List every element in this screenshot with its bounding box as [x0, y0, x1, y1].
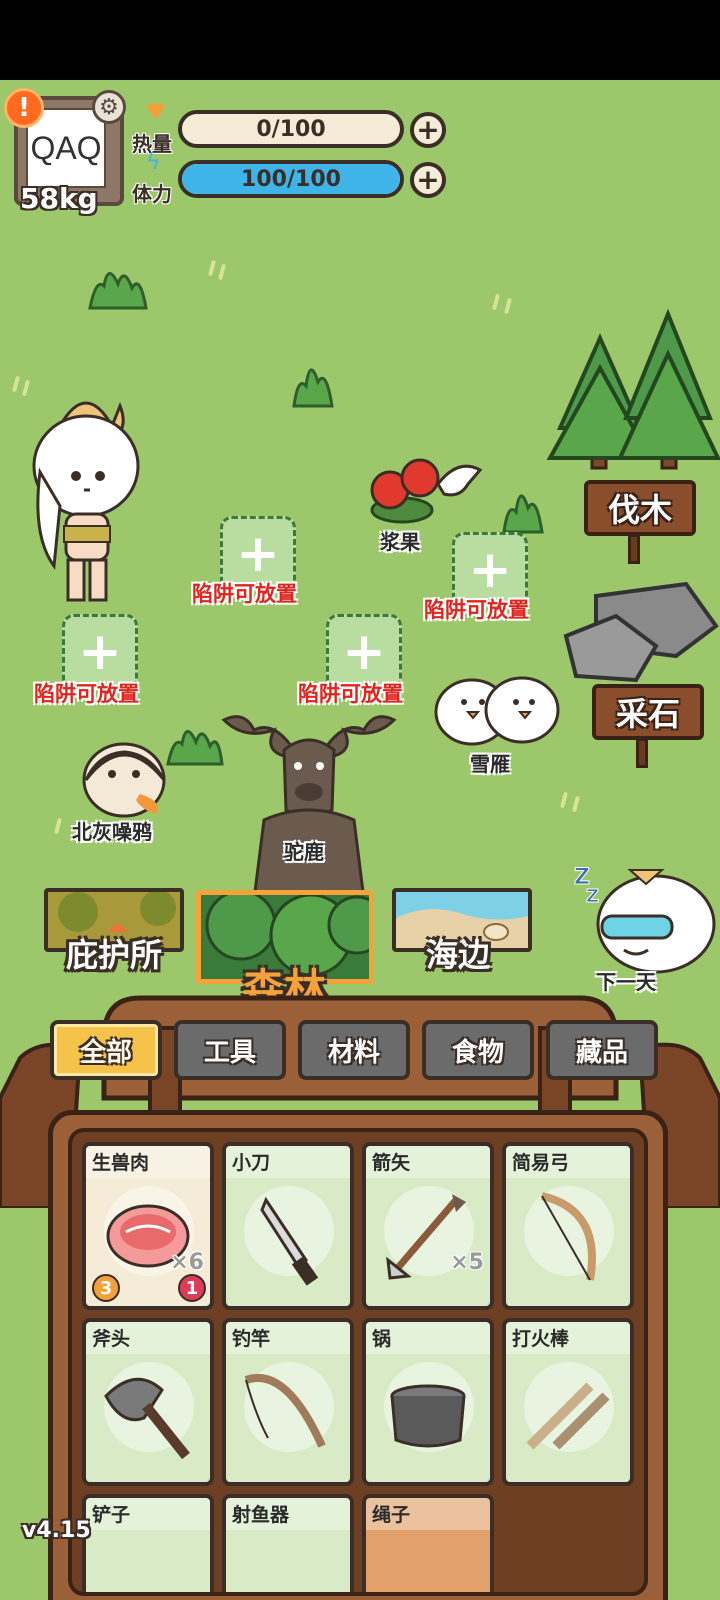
rocks — [563, 581, 719, 683]
trap-label-2: 陷阱可放置 — [424, 598, 529, 622]
player-character[interactable] — [20, 386, 152, 608]
sign-post — [636, 738, 648, 768]
gear-icon[interactable]: ⚙ — [92, 90, 126, 124]
version-label: v4.15 — [22, 1518, 91, 1543]
crow-label: 北灰噪鸦 — [72, 820, 152, 844]
category-tab-tools[interactable]: 工具 — [174, 1020, 286, 1080]
grass-dash — [53, 817, 63, 835]
snow-goose[interactable] — [432, 666, 562, 750]
item-count: ×6 — [170, 1250, 204, 1275]
grass-dash — [11, 375, 21, 393]
calorie-value: 0/100 — [256, 116, 326, 142]
trap-label-1: 陷阱可放置 — [192, 582, 297, 606]
stamina-value: 100/100 — [241, 166, 341, 192]
plus-icon: + — [236, 524, 280, 584]
sign-chop-label: 伐木 — [607, 491, 672, 529]
item-rope[interactable]: 绳子 — [362, 1494, 494, 1592]
pine-trees — [546, 308, 720, 470]
item-name: 小刀 — [232, 1152, 271, 1174]
moose[interactable] — [214, 700, 404, 900]
category-tab-materials[interactable]: 材料 — [298, 1020, 410, 1080]
grass-dash — [571, 795, 581, 813]
fire-drill-icon — [526, 1382, 610, 1450]
item-name: 斧头 — [92, 1328, 131, 1350]
alert-icon[interactable]: ! — [4, 88, 44, 128]
item-name: 绳子 — [372, 1504, 411, 1526]
freshness-badge: 1 — [178, 1274, 206, 1302]
location-beach-label: 海边 — [426, 936, 491, 974]
add-stamina-button[interactable]: + — [410, 162, 446, 198]
stamina-label: 体力 — [132, 182, 172, 206]
pot-icon — [390, 1384, 466, 1448]
item-axe[interactable]: 斧头 — [82, 1318, 214, 1486]
grass-dash — [207, 259, 217, 277]
plus-icon: + — [342, 622, 386, 682]
sleeping-character[interactable]: Z Z — [570, 850, 720, 980]
sign-chop-wood[interactable]: 伐木 — [584, 480, 696, 536]
stamina-stat: ϟ 体力 100/100 + — [132, 150, 452, 206]
item-name: 钓竿 — [232, 1328, 271, 1350]
grass-tuft-icon — [292, 368, 334, 408]
item-name: 简易弓 — [512, 1152, 570, 1174]
calorie-badge: 3 — [92, 1274, 120, 1302]
item-name: 铲子 — [92, 1504, 131, 1526]
category-tab-food[interactable]: 食物 — [422, 1020, 534, 1080]
berry-label: 浆果 — [380, 530, 420, 554]
berry-bush[interactable] — [362, 454, 484, 526]
item-knife[interactable]: 小刀 — [222, 1142, 354, 1310]
calorie-icon: ♥ — [146, 100, 166, 125]
plus-icon: + — [468, 540, 512, 600]
grass-dash — [217, 263, 227, 281]
goose-label: 雪雁 — [470, 752, 510, 776]
sign-mine-stone[interactable]: 采石 — [592, 684, 704, 740]
item-name: 生兽肉 — [92, 1152, 150, 1174]
location-shelter-label: 庇护所 — [66, 936, 163, 974]
item-name: 箭矢 — [372, 1152, 411, 1174]
trap-label-3: 陷阱可放置 — [34, 682, 139, 706]
grass-dash — [559, 791, 569, 809]
category-tab-collectibles[interactable]: 藏品 — [546, 1020, 658, 1080]
item-name: 锅 — [372, 1328, 392, 1350]
status-bar — [0, 0, 720, 80]
item-raw-meat[interactable]: 生兽肉 ×6 3 1 — [82, 1142, 214, 1310]
stamina-bar: 100/100 — [178, 160, 404, 198]
plus-icon: + — [78, 622, 122, 682]
item-fishing-rod[interactable]: 钓竿 — [222, 1318, 354, 1486]
grass-dash — [491, 293, 501, 311]
category-tab-all[interactable]: 全部 — [50, 1020, 162, 1080]
bow-icon — [540, 1192, 596, 1281]
item-simple-bow[interactable]: 简易弓 — [502, 1142, 634, 1310]
knife-icon — [260, 1196, 319, 1286]
calorie-bar: 0/100 — [178, 110, 404, 148]
sign-post — [628, 534, 640, 564]
weight-value: 58kg — [20, 182, 98, 215]
fishing-rod-icon — [244, 1374, 326, 1448]
svg-text:Z: Z — [586, 886, 599, 907]
grass-dash — [503, 297, 513, 315]
item-count: ×5 — [450, 1250, 484, 1275]
add-calorie-button[interactable]: + — [410, 112, 446, 148]
item-pot[interactable]: 锅 — [362, 1318, 494, 1486]
sign-mine-label: 采石 — [615, 695, 680, 733]
item-name: 打火棒 — [512, 1328, 570, 1350]
item-shovel[interactable]: 铲子 — [82, 1494, 214, 1592]
item-arrows[interactable]: 箭矢 ×5 — [362, 1142, 494, 1310]
calorie-stat: ♥ 热量 0/100 + — [132, 100, 452, 156]
lightning-icon: ϟ — [146, 150, 161, 175]
item-name: 射鱼器 — [232, 1504, 290, 1526]
game-scene: 伐木 采石 浆果 + 陷阱可放置 + 陷阱可放置 + 陷阱可放置 + 陷阱可放置 — [0, 80, 720, 1600]
axe-icon — [104, 1377, 190, 1460]
item-fire-drill[interactable]: 打火棒 — [502, 1318, 634, 1486]
gray-jay[interactable] — [80, 740, 170, 818]
moose-label: 驼鹿 — [284, 840, 324, 864]
grass-tuft-icon — [88, 272, 148, 310]
item-fish-spear[interactable]: 射鱼器 — [222, 1494, 354, 1592]
inventory-grid: 生兽肉 ×6 3 1 小刀 箭矢 ×5 简易弓 斧头 钓竿 锅 打火棒 铲子 射… — [68, 1128, 648, 1596]
